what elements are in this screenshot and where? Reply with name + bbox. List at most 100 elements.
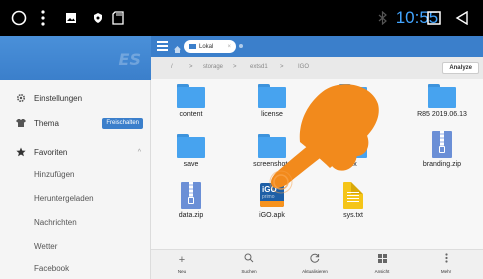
file-item[interactable]: license [240, 79, 304, 135]
file-name: R85 2019.06.13 [417, 111, 467, 118]
tab-local[interactable]: Lokal × [184, 40, 236, 53]
file-name: branding.zip [422, 161, 462, 168]
file-name: license [261, 111, 283, 118]
brand-logo: ES [118, 50, 141, 69]
file-name: content [179, 111, 203, 118]
sidebar-item-favorites[interactable]: Favoriten ^ [0, 140, 151, 164]
folder-icon [177, 81, 205, 109]
star-icon [16, 147, 26, 157]
sidebar-item-downloads[interactable]: Heruntergeladen [0, 186, 151, 210]
folder-icon [258, 81, 286, 109]
breadcrumb-separator: > [233, 64, 237, 70]
folder-icon [177, 131, 205, 159]
file-item[interactable]: screenshots [240, 129, 304, 185]
content-area: Lokal × / > storage > extsd1 > IGO Analy… [151, 36, 483, 279]
sd-card-icon [110, 0, 126, 36]
breadcrumb-storage[interactable]: storage [203, 64, 223, 70]
plus-icon: + [178, 254, 186, 266]
apk-icon-text: iGO [262, 185, 277, 194]
status-bar: 10:55 [0, 0, 483, 36]
folder-icon [428, 81, 456, 109]
sidebar-header: ES [0, 36, 151, 80]
search-icon [224, 253, 274, 267]
shield-icon [91, 0, 105, 36]
view-button[interactable]: Ansicht [357, 250, 407, 279]
top-bar: Lokal × [151, 36, 483, 57]
more-vert-icon [421, 253, 471, 267]
toolbar-label: Aktualisieren [302, 269, 328, 274]
device-icon [189, 44, 196, 49]
sidebar-item-label: Thema [34, 118, 59, 128]
sidebar-item-label: Hinzufügen [34, 169, 75, 179]
zip-icon [428, 131, 456, 159]
file-item[interactable]: save [159, 129, 223, 185]
file-item[interactable]: content [159, 79, 223, 135]
sidebar: ES Einstellungen Thema Freischalten Favo… [0, 36, 151, 279]
close-icon[interactable]: × [227, 44, 231, 50]
sidebar-item-label: Nachrichten [34, 217, 77, 227]
file-name: iGO.apk [259, 212, 285, 219]
file-name: screenshots [253, 161, 291, 168]
toolbar-label: Mehr [440, 269, 452, 274]
sidebar-item-settings[interactable]: Einstellungen [0, 86, 151, 110]
file-item[interactable]: iGO primo iGO.apk [240, 180, 304, 236]
zip-icon [177, 182, 205, 210]
breadcrumb-separator: > [280, 64, 284, 70]
image-icon [64, 0, 78, 36]
refresh-icon [290, 253, 340, 267]
file-grid: content license R85 2019.06.13 save scre… [151, 79, 483, 249]
search-button[interactable]: Suchen [224, 250, 274, 279]
toolbar-label: Ansicht [374, 269, 390, 274]
apk-icon: iGO primo [258, 182, 286, 210]
breadcrumb-extsd1[interactable]: extsd1 [250, 64, 268, 70]
file-manager-app: ES Einstellungen Thema Freischalten Favo… [0, 36, 483, 279]
tab-indicator [239, 44, 243, 48]
file-name: save [183, 161, 199, 168]
breadcrumb-root[interactable]: / [171, 64, 173, 70]
file-item[interactable]: sys.txt [321, 180, 385, 236]
sidebar-item-label: Facebook [34, 263, 70, 273]
grid-view-icon [357, 253, 407, 267]
sidebar-item-label: Einstellungen [34, 93, 83, 103]
square-icon[interactable] [425, 0, 443, 36]
file-item[interactable]: data.zip [159, 180, 223, 236]
gear-icon [16, 93, 26, 103]
file-item[interactable]: R85 2019.06.13 [410, 79, 474, 135]
bluetooth-icon [375, 0, 389, 36]
file-item[interactable]: ux [321, 129, 385, 185]
analyze-button[interactable]: Analyze [442, 62, 479, 74]
breadcrumb-separator: > [189, 64, 193, 70]
file-name: sys.txt [343, 212, 363, 219]
file-name: ux [349, 161, 357, 168]
sidebar-item-label: Heruntergeladen [34, 193, 94, 203]
file-item[interactable] [321, 79, 385, 135]
chevron-up-icon[interactable]: ^ [138, 149, 141, 156]
file-item[interactable]: branding.zip [410, 129, 474, 185]
shirt-icon [16, 118, 26, 128]
refresh-button[interactable]: Aktualisieren [290, 250, 340, 279]
more-button[interactable]: Mehr [421, 250, 471, 279]
sidebar-item-facebook[interactable]: Facebook [0, 256, 151, 279]
sidebar-item-news[interactable]: Nachrichten [0, 210, 151, 234]
breadcrumb-igo[interactable]: IGO [298, 64, 309, 70]
text-file-icon [339, 182, 367, 210]
breadcrumb: / > storage > extsd1 > IGO Analyze [151, 57, 483, 79]
new-button[interactable]: + Neu [157, 250, 207, 279]
tab-label: Lokal [199, 43, 214, 50]
file-name: data.zip [178, 212, 204, 219]
sidebar-item-label: Wetter [34, 241, 58, 251]
sidebar-item-add[interactable]: Hinzufügen [0, 162, 151, 186]
bottom-toolbar: + Neu Suchen Aktualisieren Ansicht Mehr [151, 249, 483, 279]
toolbar-label: Suchen [241, 269, 257, 274]
circle-icon[interactable] [8, 0, 30, 36]
menu-icon[interactable] [157, 41, 168, 51]
folder-icon [339, 81, 367, 109]
more-vert-icon[interactable] [38, 0, 48, 36]
apk-icon-subtext: primo [262, 194, 275, 200]
toolbar-label: Neu [177, 269, 187, 274]
sidebar-item-weather[interactable]: Wetter [0, 234, 151, 258]
folder-icon [339, 131, 367, 159]
back-icon[interactable] [452, 0, 472, 36]
unlock-badge[interactable]: Freischalten [102, 118, 143, 129]
sidebar-item-theme[interactable]: Thema Freischalten [0, 111, 151, 135]
